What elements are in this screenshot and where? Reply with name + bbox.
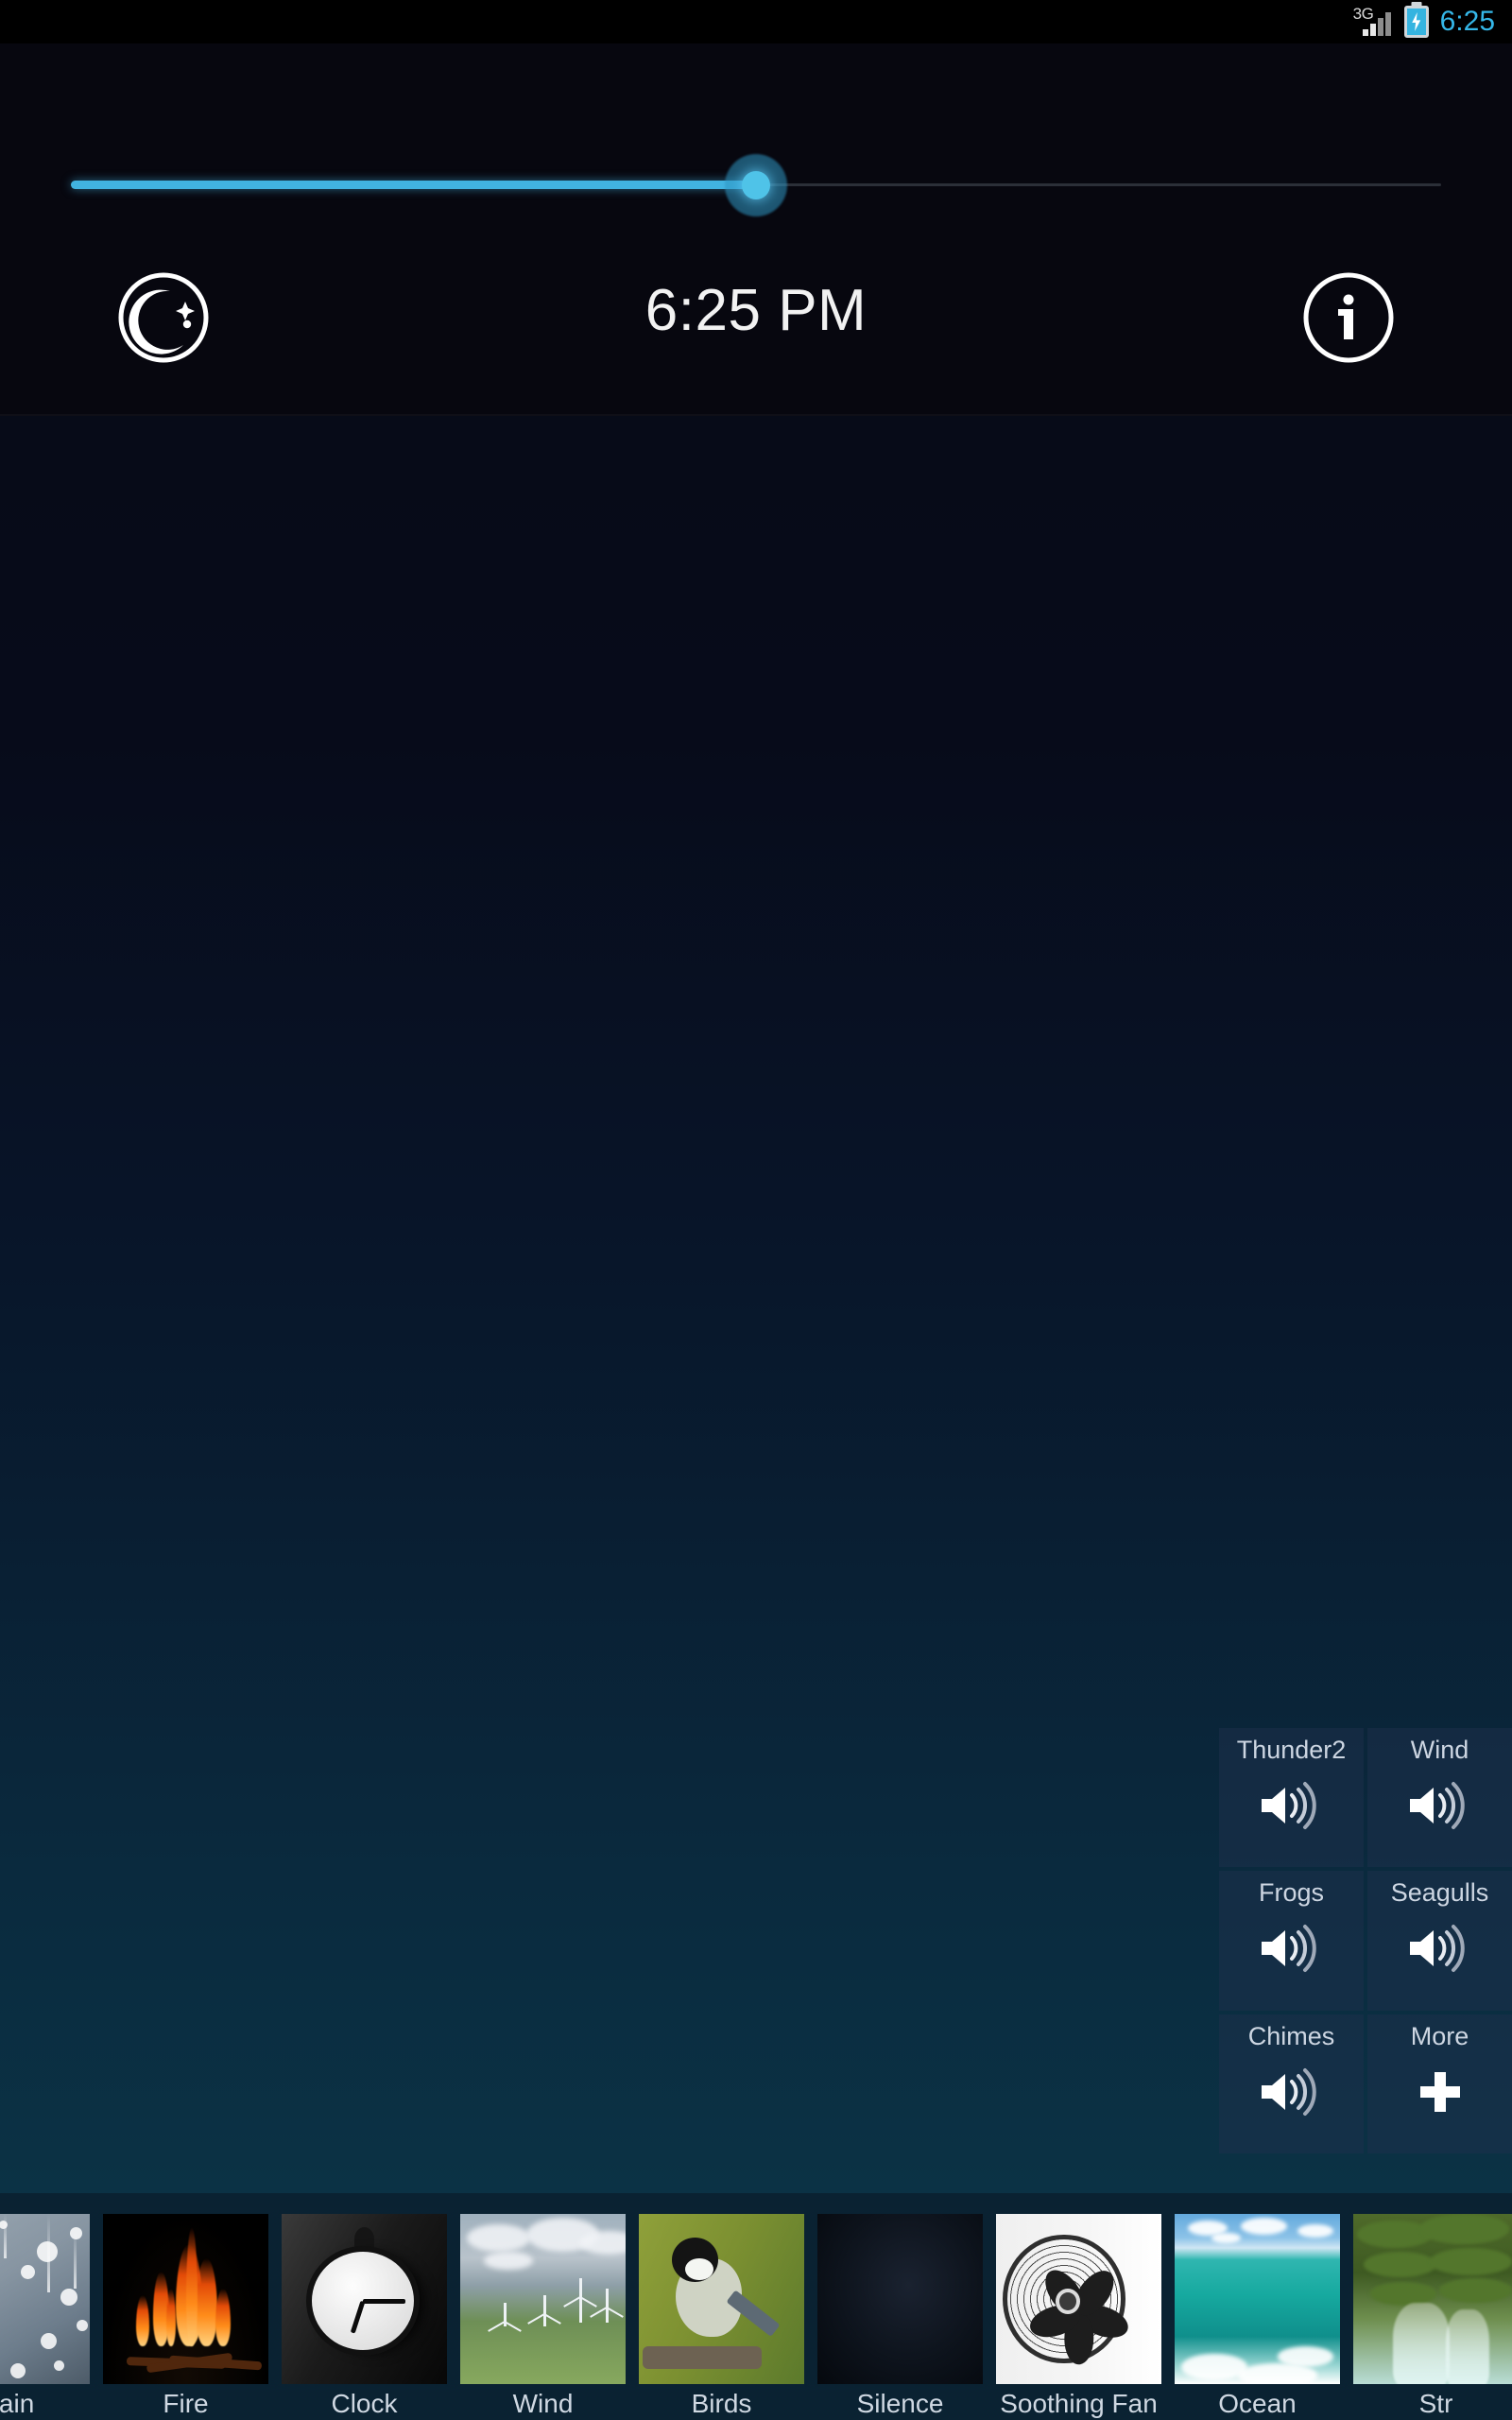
sound-cell-label: More (1410, 2021, 1469, 2050)
thumbnail-item[interactable]: Soothing Fan (996, 2193, 1161, 2420)
sound-cell-label: Wind (1410, 1736, 1469, 1764)
thumbnail-label: Silence (856, 2389, 944, 2418)
thumbnail-image[interactable] (1175, 2214, 1340, 2384)
android-status-bar: 3G 6:25 (0, 0, 1512, 43)
thumbnail-item[interactable]: Rain (0, 2193, 90, 2420)
thumbnail-item[interactable]: Birds (639, 2193, 804, 2420)
info-button[interactable] (1297, 266, 1400, 370)
thumbnail-item[interactable]: Str (1353, 2193, 1512, 2420)
top-control-panel: 6:25 PM (0, 43, 1512, 416)
battery-charging-icon (1403, 6, 1429, 38)
sound-cell-label: Thunder2 (1236, 1736, 1347, 1764)
speaker-icon[interactable] (1256, 1780, 1328, 1831)
speaker-icon[interactable] (1256, 1923, 1328, 1974)
thumbnail-image[interactable] (996, 2214, 1161, 2384)
volume-slider[interactable] (71, 154, 1441, 216)
sound-cell[interactable]: More (1367, 2014, 1512, 2153)
status-bar-icons: 3G 6:25 (1353, 5, 1495, 38)
slider-thumb-core (742, 171, 770, 199)
thumbnail-label: Wind (512, 2389, 574, 2418)
thumbnail-track: Rain Fire Clock Wind Birds Silence Soothing Fa… (0, 2193, 1512, 2420)
clock-time-display: 6:25 PM (644, 278, 868, 343)
speaker-icon (1261, 1782, 1316, 1829)
signal-strength-bars (1362, 11, 1393, 36)
sound-cell[interactable]: Wind (1367, 1728, 1512, 1868)
thumbnail-image[interactable] (639, 2214, 804, 2384)
speaker-icon[interactable] (1404, 1923, 1476, 1974)
sound-thumbnail-strip[interactable]: Rain Fire Clock Wind Birds Silence Soothing Fa… (0, 2193, 1512, 2420)
top-button-row: 6:25 PM (0, 266, 1512, 372)
info-circle-icon (1303, 272, 1394, 363)
speaker-icon (1261, 1925, 1316, 1973)
plus-icon[interactable] (1404, 2066, 1476, 2118)
thumbnail-item[interactable]: Fire (103, 2193, 268, 2420)
thumbnail-label: Ocean (1218, 2389, 1297, 2418)
thumbnail-item[interactable]: Ocean (1175, 2193, 1340, 2420)
active-sounds-panel: Thunder2 Wind Frogs Seagulls Chimes More (1219, 1728, 1512, 2153)
plus-icon (1419, 2071, 1460, 2112)
status-bar-clock: 6:25 (1439, 6, 1495, 37)
app-screen: 3G 6:25 6:25 PM Thunder2 Wind Frogs Seag… (0, 0, 1512, 2420)
thumbnail-label: Rain (0, 2389, 35, 2418)
thumbnail-label: Soothing Fan (1000, 2389, 1158, 2418)
slider-fill (71, 181, 756, 189)
sound-cell[interactable]: Frogs (1219, 1871, 1364, 2011)
thumbnail-label: Str (1418, 2389, 1453, 2418)
speaker-icon[interactable] (1256, 2066, 1328, 2118)
thumbnail-image[interactable] (282, 2214, 447, 2384)
sound-cell-label: Seagulls (1390, 1878, 1489, 1908)
thumbnail-image[interactable] (817, 2214, 983, 2384)
sound-cell-label: Frogs (1258, 1878, 1325, 1908)
sound-cell[interactable]: Chimes (1219, 2014, 1364, 2153)
speaker-icon (1409, 1925, 1465, 1973)
thumbnail-item[interactable]: Silence (817, 2193, 983, 2420)
thumbnail-label: Clock (331, 2389, 398, 2418)
thumbnail-label: Birds (691, 2389, 752, 2418)
thumbnail-image[interactable] (460, 2214, 626, 2384)
speaker-icon (1261, 2067, 1316, 2116)
thumbnail-image[interactable] (103, 2214, 268, 2384)
sound-cell[interactable]: Seagulls (1367, 1871, 1512, 2011)
charging-bolt-icon (1412, 12, 1421, 31)
thumbnail-image[interactable] (0, 2214, 90, 2384)
speaker-icon[interactable] (1404, 1780, 1476, 1831)
sound-cell-label: Chimes (1247, 2021, 1335, 2050)
speaker-icon (1409, 1782, 1465, 1829)
signal-bars-icon: 3G (1353, 5, 1393, 38)
thumbnail-label: Fire (163, 2389, 209, 2418)
sound-cell[interactable]: Thunder2 (1219, 1728, 1364, 1868)
thumbnail-image[interactable] (1353, 2214, 1512, 2384)
thumbnail-item[interactable]: Clock (282, 2193, 447, 2420)
thumbnail-item[interactable]: Wind (460, 2193, 626, 2420)
